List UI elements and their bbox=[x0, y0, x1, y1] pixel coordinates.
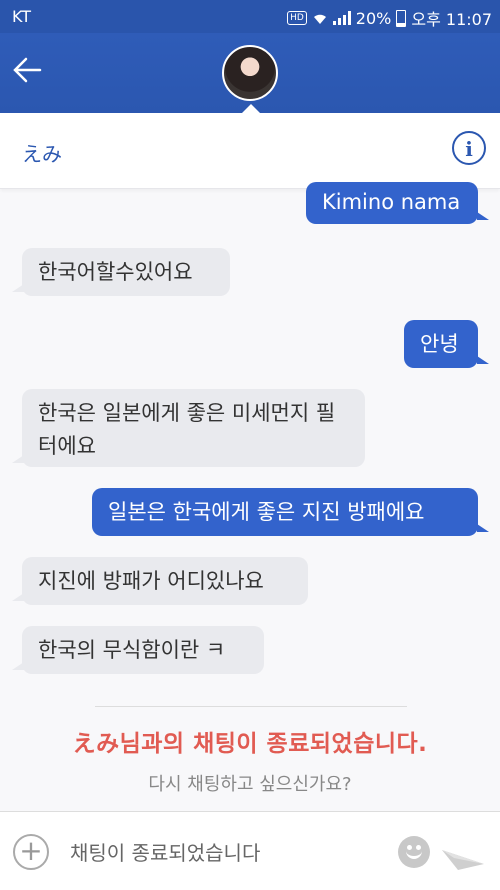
contact-name: えみ bbox=[22, 142, 62, 166]
bubble-tail bbox=[477, 212, 489, 220]
plus-icon[interactable]: + bbox=[13, 834, 49, 870]
bubble-tail bbox=[477, 524, 489, 532]
chat-ended-notice: えみ님과의 채팅이 종료되었습니다. bbox=[72, 731, 428, 757]
bubble-tail bbox=[12, 284, 24, 292]
battery-percent: 20% bbox=[355, 8, 392, 28]
composer-bar: + bbox=[0, 811, 500, 890]
signal-icon bbox=[332, 11, 351, 25]
wifi-icon bbox=[313, 14, 326, 24]
send-icon[interactable] bbox=[440, 832, 486, 872]
clock: 오후 11:07 bbox=[411, 10, 492, 29]
message-bubble-in: 한국은 일본에게 좋은 미세먼지 필터에요 bbox=[22, 389, 365, 467]
message-bubble-in: 한국의 무식함이란 ㅋ bbox=[22, 626, 264, 674]
status-icons: HD 20% 오후 11:07 bbox=[287, 6, 492, 30]
emoji-icon[interactable] bbox=[398, 836, 430, 868]
bubble-tail bbox=[12, 662, 24, 670]
message-input[interactable] bbox=[68, 837, 392, 869]
message-bubble-in: 한국어할수있어요 bbox=[22, 248, 230, 296]
carrier-label: KT bbox=[12, 7, 32, 26]
battery-icon bbox=[396, 9, 407, 27]
bubble-tail bbox=[477, 356, 489, 364]
bubble-tail bbox=[12, 593, 24, 601]
message-bubble-out: Kimino nama bbox=[306, 182, 478, 224]
divider bbox=[95, 706, 407, 707]
bubble-tail bbox=[12, 455, 24, 463]
chat-header bbox=[0, 33, 500, 113]
retry-chat-link[interactable]: 다시 채팅하고 싶으신가요? bbox=[0, 770, 500, 796]
status-bar: KT HD 20% 오후 11:07 bbox=[0, 0, 500, 33]
message-bubble-out: 일본은 한국에게 좋은 지진 방패에요 bbox=[92, 488, 478, 536]
message-bubble-in: 지진에 방패가 어디있나요 bbox=[22, 557, 308, 605]
hd-voice-icon: HD bbox=[287, 11, 307, 25]
contact-bar: えみ i bbox=[0, 113, 500, 189]
avatar[interactable] bbox=[222, 45, 278, 101]
message-bubble-out: 안녕 bbox=[404, 320, 478, 368]
avatar-pointer bbox=[242, 104, 260, 113]
back-arrow-icon[interactable] bbox=[10, 51, 48, 89]
info-icon[interactable]: i bbox=[452, 131, 486, 165]
